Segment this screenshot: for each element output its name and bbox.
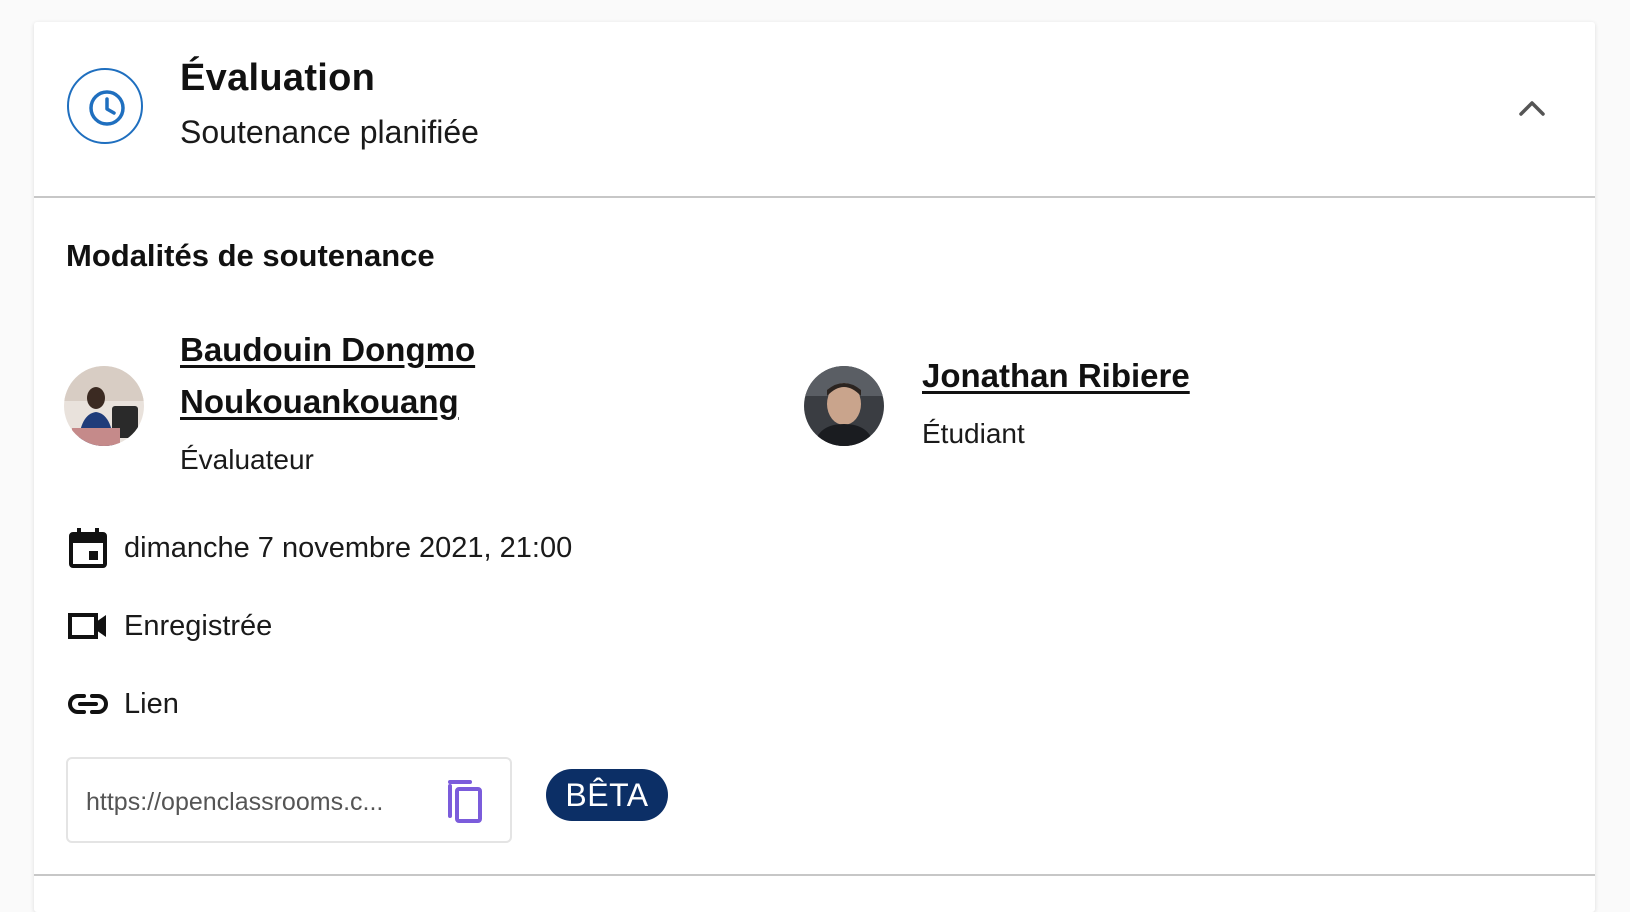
evaluator-role: Évaluateur <box>180 444 314 475</box>
video-camera-icon <box>66 604 110 648</box>
link-row: Lien <box>66 682 179 726</box>
evaluation-header[interactable]: Évaluation Soutenance planifiée <box>34 22 1595 198</box>
calendar-icon <box>66 526 110 570</box>
evaluator-name-line1[interactable]: Baudouin Dongmo <box>180 324 475 376</box>
chevron-up-icon <box>1519 101 1545 116</box>
evaluator-avatar <box>64 366 144 446</box>
beta-badge: BÊTA <box>546 769 668 821</box>
student-name[interactable]: Jonathan Ribiere <box>922 350 1190 402</box>
evaluator-name-line2[interactable]: Noukouankouang <box>180 376 459 428</box>
header-subtitle: Soutenance planifiée <box>180 114 479 150</box>
evaluation-card: Évaluation Soutenance planifiée Modalité… <box>34 22 1595 912</box>
recording-text: Enregistrée <box>124 609 273 642</box>
clock-icon <box>89 90 125 126</box>
collapse-button[interactable] <box>1512 88 1552 128</box>
student-role: Étudiant <box>922 418 1025 449</box>
copy-icon <box>448 780 482 823</box>
date-row: dimanche 7 novembre 2021, 21:00 <box>66 526 572 570</box>
copy-link-button[interactable] <box>440 777 488 825</box>
section-title: Modalités de soutenance <box>66 238 435 273</box>
header-title: Évaluation <box>180 57 376 99</box>
divider <box>34 874 1595 876</box>
recording-row: Enregistrée <box>66 604 272 648</box>
meeting-link-field <box>66 757 512 843</box>
student-avatar <box>804 366 884 446</box>
link-icon <box>66 682 110 726</box>
meeting-link-input[interactable] <box>84 781 408 823</box>
status-indicator <box>67 68 143 144</box>
link-label: Lien <box>124 687 179 720</box>
date-text: dimanche 7 novembre 2021, 21:00 <box>124 531 573 564</box>
